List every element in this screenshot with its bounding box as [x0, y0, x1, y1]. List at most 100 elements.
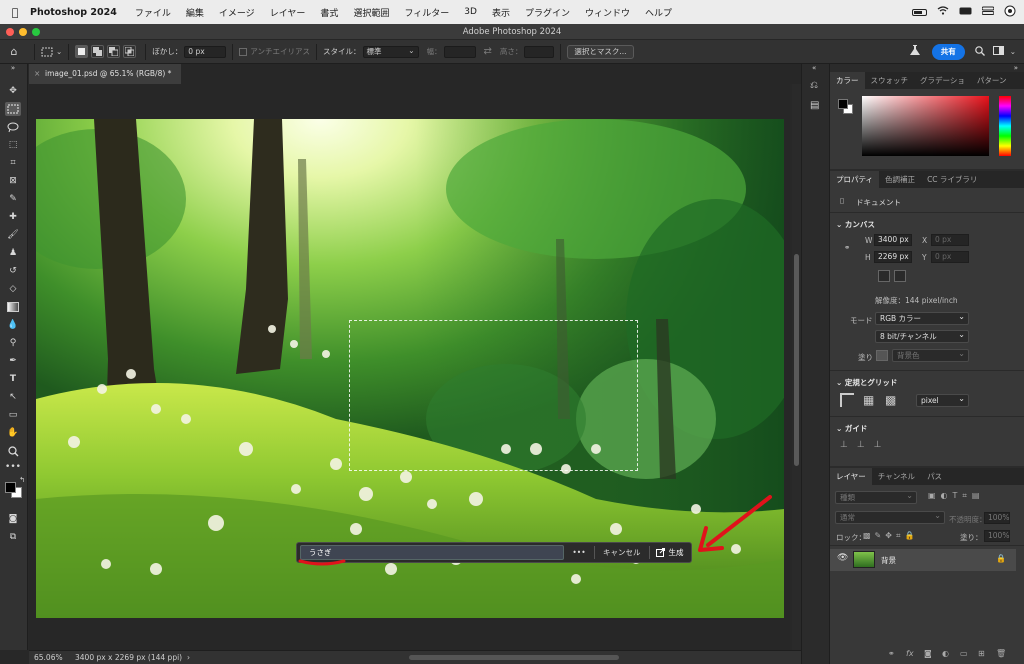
blend-mode-select[interactable]: 通常	[835, 510, 945, 524]
tab-channels[interactable]: チャンネル	[872, 468, 921, 485]
landscape-button[interactable]	[894, 270, 906, 282]
dodge-tool-icon[interactable]: ⚲	[5, 336, 21, 350]
menu-3d[interactable]: 3D	[464, 7, 477, 17]
rect-marquee-tool-icon[interactable]	[5, 102, 21, 116]
type-tool-icon[interactable]: T	[5, 372, 21, 386]
minimize-window-button[interactable]	[19, 28, 27, 36]
zoom-level[interactable]: 65.06%	[34, 651, 63, 664]
document-info[interactable]: 3400 px x 2269 px (144 ppi)	[75, 651, 182, 664]
fill-swatch[interactable]	[876, 350, 888, 361]
layer-filter-select[interactable]: 種類	[835, 490, 917, 504]
gradient-tool-icon[interactable]	[5, 300, 21, 314]
menu-edit[interactable]: 編集	[186, 6, 204, 19]
lasso-tool-icon[interactable]	[5, 120, 21, 134]
menu-help[interactable]: ヘルプ	[645, 6, 672, 19]
workspace-icon[interactable]	[992, 46, 1004, 57]
menu-file[interactable]: ファイル	[135, 6, 171, 19]
tab-color[interactable]: カラー	[830, 72, 865, 89]
keyboard-icon[interactable]	[959, 7, 972, 18]
adjustment-layer-icon[interactable]: ◐	[942, 649, 949, 658]
app-menu[interactable]: Photoshop 2024	[30, 7, 117, 18]
unit-select[interactable]: pixel	[916, 393, 969, 407]
battery-icon[interactable]	[912, 8, 927, 16]
guide-layout-icons[interactable]: ⊥⊥⊥	[840, 440, 891, 450]
close-window-button[interactable]	[6, 28, 14, 36]
fx-icon[interactable]: fx	[906, 649, 914, 658]
crop-tool-icon[interactable]: ⌗	[5, 156, 21, 170]
select-and-mask-button[interactable]: 選択とマスク...	[567, 44, 634, 59]
layer-row[interactable]: 👁 背景 🔒	[830, 549, 1016, 571]
chevron-right-icon[interactable]: ›	[187, 651, 190, 664]
scroll-thumb[interactable]	[794, 254, 799, 466]
comments-panel-icon[interactable]: ▤	[810, 100, 819, 111]
lock-icon[interactable]: 🔒	[996, 554, 1006, 563]
close-tab-icon[interactable]: ×	[34, 64, 40, 84]
tool-preset-picker[interactable]: ⌄	[41, 47, 62, 57]
menu-layer[interactable]: レイヤー	[270, 6, 306, 19]
menu-select[interactable]: 選択範囲	[353, 6, 389, 19]
canvas-section-header[interactable]: ⌄ カンバス	[836, 219, 875, 230]
share-button[interactable]: 共有	[931, 43, 965, 60]
foreground-color-swatch[interactable]	[5, 482, 16, 493]
move-tool-icon[interactable]: ✥	[5, 84, 21, 98]
canvas-workspace[interactable]	[29, 84, 790, 650]
portrait-button[interactable]	[878, 270, 890, 282]
height-input[interactable]	[524, 45, 555, 58]
color-swatches[interactable]: ↰	[3, 476, 25, 500]
feather-input[interactable]: 0 px	[184, 45, 227, 58]
home-icon[interactable]: ⌂	[0, 45, 28, 58]
search-icon[interactable]	[974, 45, 985, 58]
swap-colors-icon[interactable]: ↰	[19, 476, 25, 484]
add-mask-icon[interactable]: ◙	[924, 649, 932, 658]
cancel-button[interactable]: キャンセル	[595, 547, 649, 558]
new-group-icon[interactable]: ▭	[960, 649, 968, 658]
width-input[interactable]	[443, 45, 476, 58]
history-brush-tool-icon[interactable]: ↺	[5, 264, 21, 278]
layer-fill-input[interactable]: 100%	[984, 530, 1010, 542]
chevron-down-icon[interactable]: ⌄	[1010, 47, 1016, 56]
menu-view[interactable]: 表示	[492, 6, 510, 19]
visibility-eye-icon[interactable]: 👁	[837, 553, 848, 563]
swap-icon[interactable]: ⇄	[484, 46, 492, 57]
object-select-tool-icon[interactable]: ⬚	[5, 138, 21, 152]
menu-type[interactable]: 書式	[320, 6, 338, 19]
pixel-grid-icon[interactable]: ▩	[885, 393, 896, 407]
rectangle-tool-icon[interactable]: ▭	[5, 408, 21, 422]
tab-adjustments[interactable]: 色調補正	[879, 171, 921, 188]
intersect-selection-button[interactable]	[123, 45, 137, 58]
selection-marquee[interactable]	[349, 320, 638, 471]
rulers-grid-section-header[interactable]: ⌄ 定規とグリッド	[836, 377, 897, 388]
add-selection-button[interactable]	[91, 45, 105, 58]
prompt-input[interactable]: うさぎ	[300, 545, 564, 560]
new-layer-icon[interactable]: ⊞	[978, 649, 985, 658]
ruler-icon[interactable]	[840, 393, 854, 407]
opacity-input[interactable]: 100%	[984, 512, 1010, 524]
document-tab[interactable]: × image_01.psd @ 65.1% (RGB/8) *	[29, 64, 181, 84]
expand-panels-icon[interactable]: «	[812, 64, 816, 72]
guides-section-header[interactable]: ⌄ ガイド	[836, 423, 867, 434]
tab-swatches[interactable]: スウォッチ	[865, 72, 915, 89]
x-input[interactable]: 0 px	[931, 234, 969, 246]
lock-icons[interactable]: ▩✎✥⌗🔒	[863, 531, 918, 541]
hue-slider[interactable]	[999, 96, 1011, 156]
path-select-tool-icon[interactable]: ↖	[5, 390, 21, 404]
bit-depth-select[interactable]: 8 bit/チャンネル	[875, 329, 969, 343]
more-options-button[interactable]: •••	[564, 548, 594, 557]
menu-image[interactable]: イメージ	[219, 6, 255, 19]
canvas-width-input[interactable]: 3400 px	[874, 234, 912, 246]
tab-layers[interactable]: レイヤー	[830, 468, 872, 485]
fg-color-chip[interactable]	[838, 99, 848, 109]
vertical-scrollbar[interactable]	[792, 84, 801, 650]
hand-tool-icon[interactable]: ✋	[5, 426, 21, 440]
beaker-icon[interactable]	[909, 45, 920, 58]
zoom-tool-icon[interactable]	[5, 444, 21, 458]
eraser-tool-icon[interactable]: ◇	[5, 282, 21, 296]
frame-tool-icon[interactable]: ⊠	[5, 174, 21, 188]
tab-cc-libraries[interactable]: CC ライブラリ	[921, 171, 983, 188]
mode-select[interactable]: RGB カラー	[875, 311, 969, 325]
link-layers-icon[interactable]: ⚭	[888, 649, 895, 658]
tab-paths[interactable]: パス	[921, 468, 948, 485]
brush-tool-icon[interactable]: 🖌	[5, 228, 21, 242]
layer-thumbnail[interactable]	[853, 551, 875, 568]
tab-properties[interactable]: プロパティ	[830, 171, 880, 188]
